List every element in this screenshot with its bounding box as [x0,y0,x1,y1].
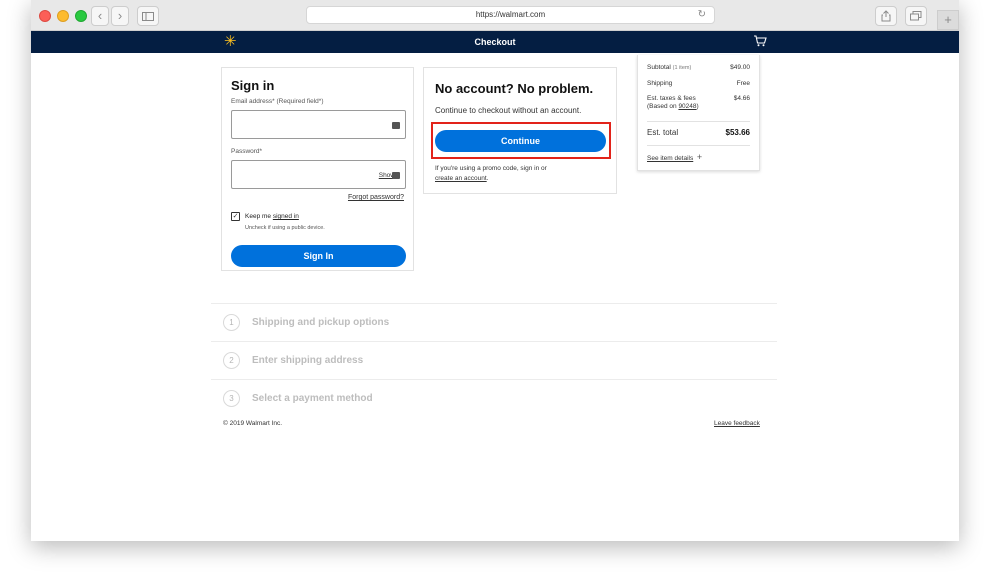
chevron-right-icon[interactable]: › [111,6,129,26]
summary-divider [647,145,750,146]
total-row: Est. total $53.66 [647,128,750,137]
reload-icon[interactable]: ↻ [698,7,706,23]
taxes-row: Est. taxes & fees (Based on 90248) $4.66 [647,95,750,111]
step-label: Select a payment method [252,393,373,404]
create-account-link[interactable]: create an account [435,175,487,182]
tabs-icon[interactable] [905,6,927,26]
address-bar[interactable]: https://walmart.com ↻ [306,6,715,24]
sign-in-button[interactable]: Sign In [231,245,406,267]
copyright-text: © 2019 Walmart Inc. [223,420,283,427]
subtotal-row: Subtotal (1 item) $49.00 [647,64,750,71]
step-divider [211,303,777,304]
share-icon[interactable] [875,6,897,26]
sidebar-icon[interactable] [137,6,159,26]
step-label: Enter shipping address [252,355,364,366]
summary-divider [647,121,750,122]
shipping-row: Shipping Free [647,80,750,87]
shipping-label: Shipping [647,80,673,87]
guest-subtext: Continue to checkout without an account. [435,106,582,115]
continue-button[interactable]: Continue [435,130,606,152]
plus-icon[interactable]: + [697,152,702,162]
subtotal-count: (1 item) [672,65,692,71]
total-label: Est. total [647,128,679,137]
url-text: https://walmart.com [475,10,546,19]
signed-in-link[interactable]: signed in [273,213,299,220]
browser-window: ‹ › https://walmart.com ↻ + ✳ Checkout S… [31,0,959,541]
total-value: $53.66 [725,128,750,137]
email-label: Email address* (Required field*) [231,98,324,105]
password-field[interactable]: Show [231,160,406,189]
step-label: Shipping and pickup options [252,317,390,328]
promo-text: If you're using a promo code, sign in or [435,165,547,172]
step-number: 2 [223,352,240,369]
page-title: Checkout [474,37,516,47]
order-summary: Subtotal (1 item) $49.00 Shipping Free E… [637,55,760,171]
autofill-icon[interactable] [392,122,400,129]
taxes-label: Est. taxes & fees [647,95,696,102]
sign-in-heading: Sign in [231,78,275,93]
browser-toolbar: ‹ › https://walmart.com ↻ + [31,0,959,31]
shipping-value: Free [736,80,750,87]
see-item-details-link[interactable]: See item details [647,155,693,162]
zoom-window-button[interactable] [75,10,87,22]
step-number: 3 [223,390,240,407]
taxes-note-prefix: (Based on [647,103,679,110]
password-label: Password* [231,148,263,155]
step-number: 1 [223,314,240,331]
site-header: ✳ Checkout [31,31,959,53]
subtotal-value: $49.00 [730,64,750,71]
promo-suffix: . [486,175,489,182]
autofill-icon[interactable] [392,172,400,179]
item-details-toggle[interactable]: See item details + [647,152,702,162]
step-divider [211,341,777,342]
leave-feedback-link[interactable]: Leave feedback [714,420,760,427]
chevron-left-icon[interactable]: ‹ [91,6,109,26]
keep-prefix: Keep me [245,213,273,220]
forgot-password-link[interactable]: Forgot password? [348,194,404,201]
keep-signed-in-checkbox[interactable]: ✓ [231,212,240,221]
guest-heading: No account? No problem. [435,81,594,96]
zip-code-link[interactable]: 90248 [678,103,696,110]
close-window-button[interactable] [39,10,51,22]
public-device-note: Uncheck if using a public device. [245,225,325,231]
minimize-window-button[interactable] [57,10,69,22]
promo-note: If you're using a promo code, sign in or… [435,164,547,184]
new-tab-label: + [944,12,952,27]
new-tab-button[interactable]: + [937,10,959,30]
sign-in-card: Sign in Email address* (Required field*)… [221,67,414,271]
taxes-note-suffix: ) [696,103,699,110]
keep-signed-in-label: Keep me signed in [245,213,299,220]
email-field[interactable] [231,110,406,139]
subtotal-label: Subtotal [647,64,671,71]
guest-checkout-card: No account? No problem. Continue to chec… [423,67,617,194]
taxes-value: $4.66 [733,95,750,102]
cart-icon[interactable] [753,35,767,47]
step-divider [211,379,777,380]
